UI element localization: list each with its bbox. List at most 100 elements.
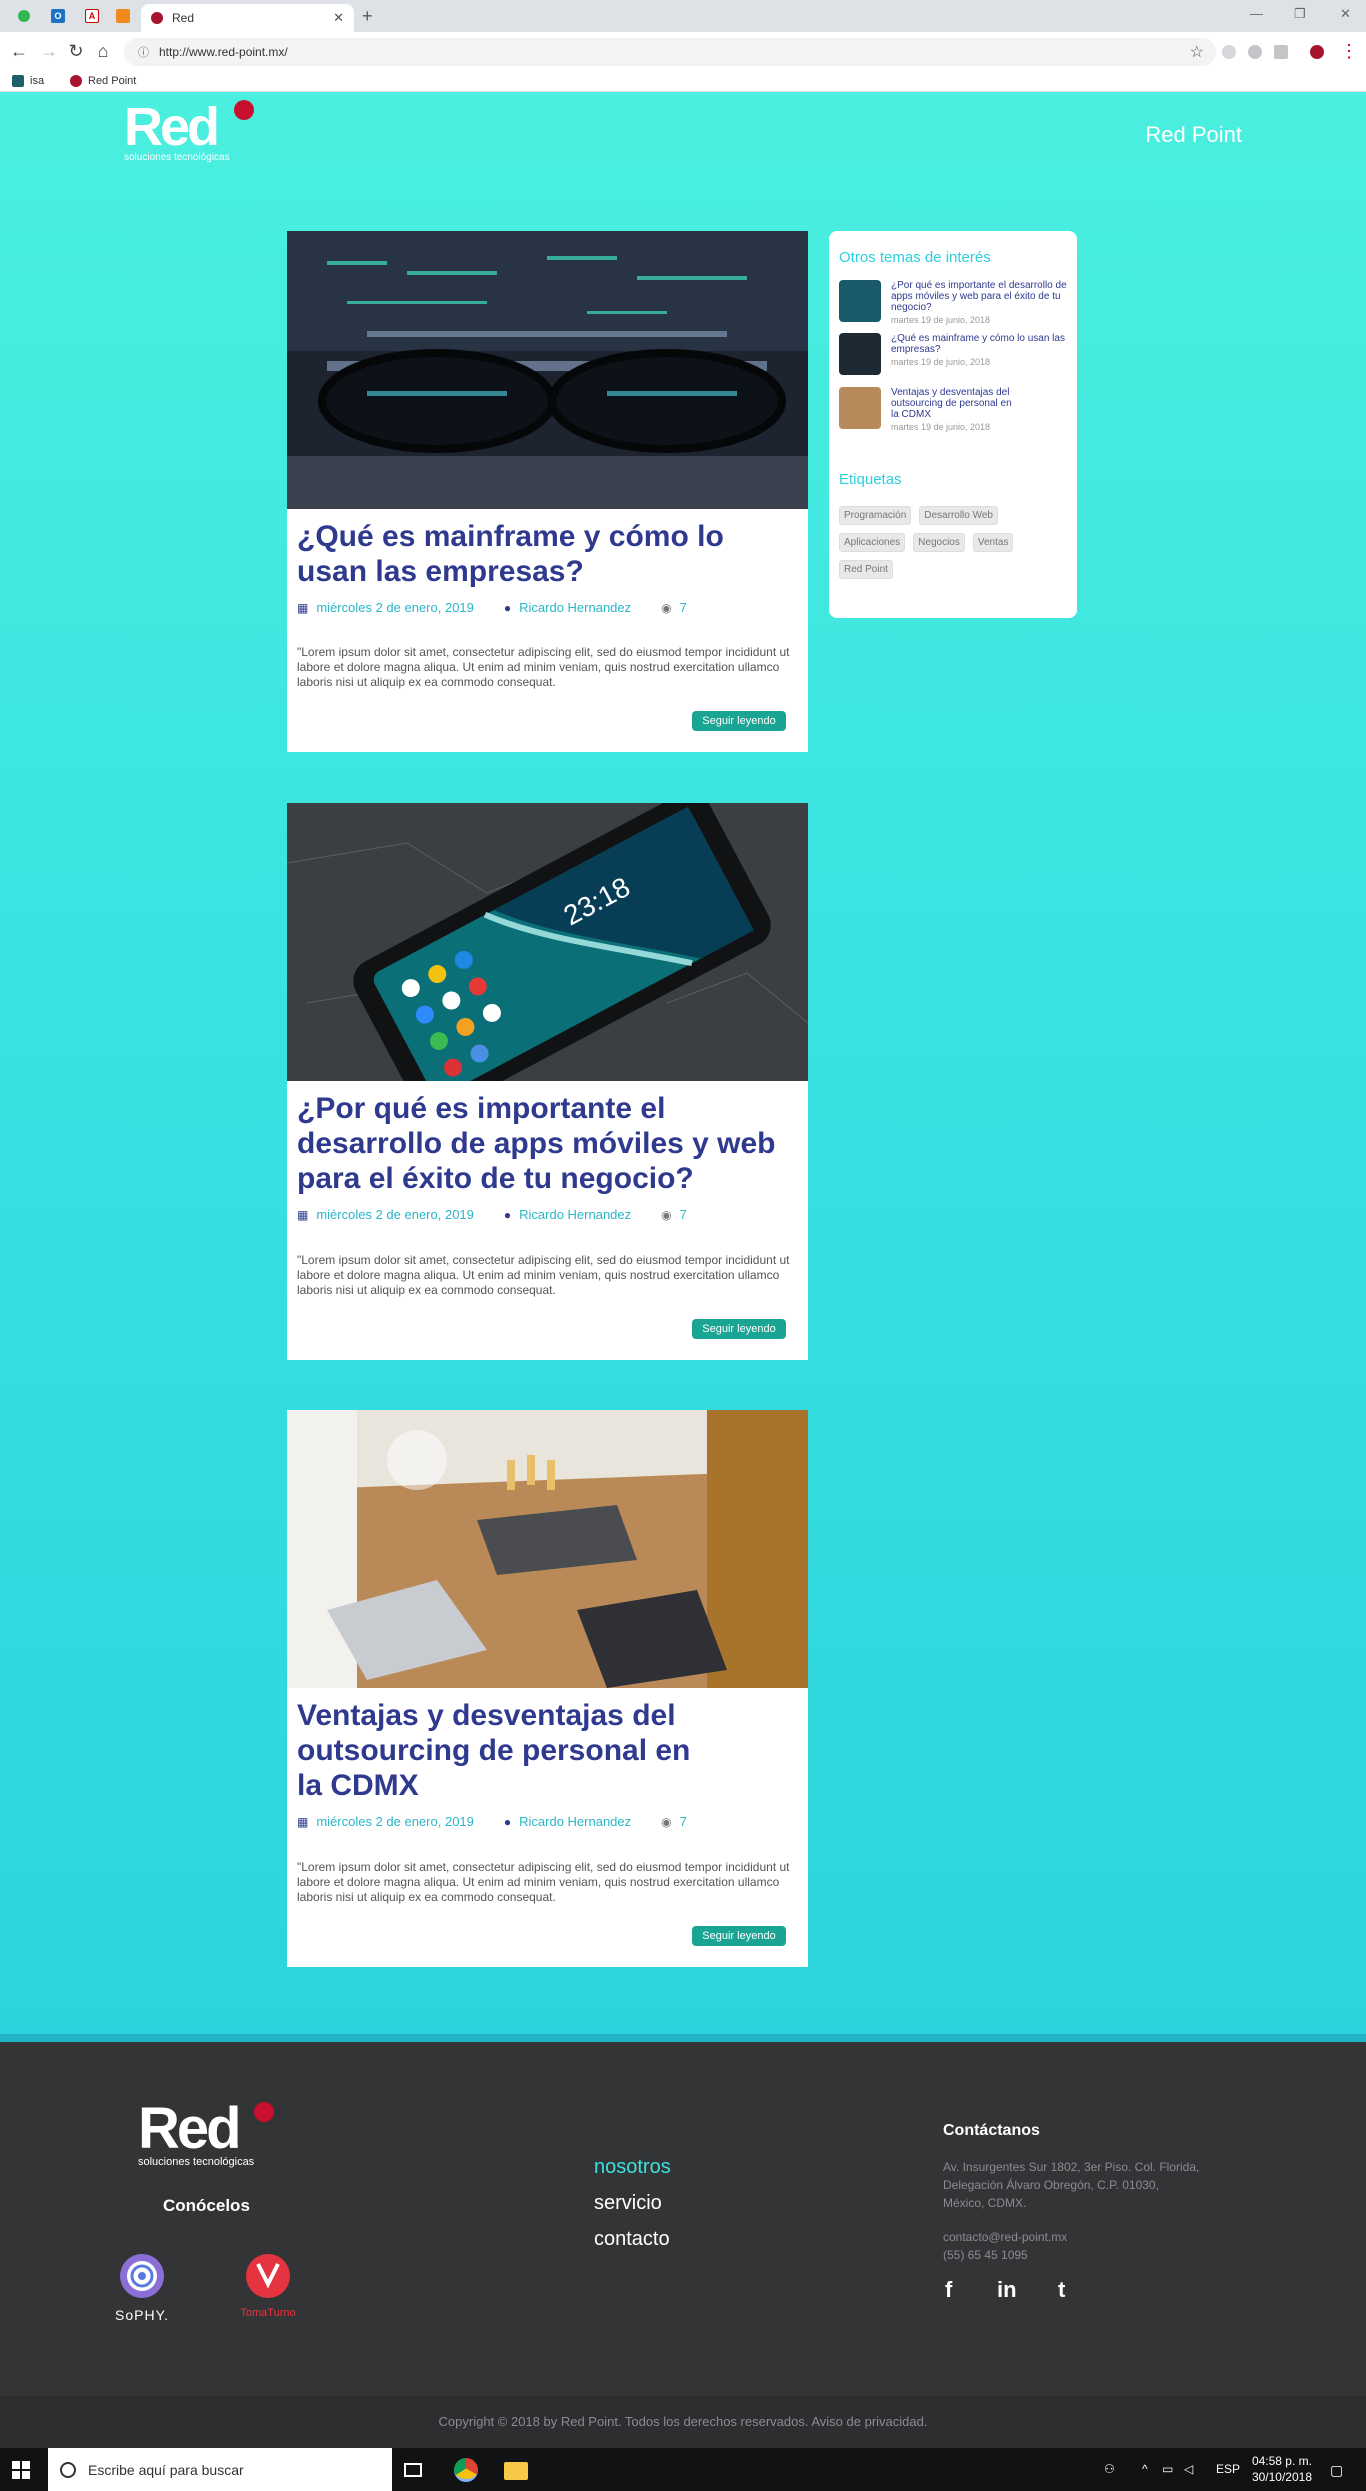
calendar-icon: ▦ [297,600,309,615]
taskbar-search[interactable]: Escribe aquí para buscar [48,2448,392,2491]
people-icon[interactable]: ⚇ [1104,2462,1115,2476]
address-bar[interactable]: ⓘ http://www.red-point.mx/ ☆ [124,38,1216,66]
logo-dot-icon [234,100,254,120]
tag-list: Programación Desarrollo Web Aplicaciones… [839,506,1069,587]
post-author[interactable]: Ricardo Hernandez [519,1814,631,1829]
related-title[interactable]: ¿Qué es mainframe y cómo lo usan las emp… [891,333,1071,355]
profile-avatar[interactable] [1310,45,1324,59]
system-clock[interactable]: 04:58 p. m. 30/10/2018 [1252,2453,1312,2485]
box-icon [116,9,130,23]
pinned-tab-green[interactable] [13,5,35,27]
volume-icon[interactable]: ◁ [1184,2462,1193,2476]
tab-title: Red [172,11,195,25]
eye-icon: ◉ [661,600,672,615]
tag[interactable]: Red Point [839,560,893,579]
related-thumb [839,333,881,375]
post-title[interactable]: ¿Qué es mainframe y cómo lo usan las emp… [297,519,797,589]
tray-chevron-icon[interactable]: ^ [1142,2462,1148,2476]
post-excerpt: "Lorem ipsum dolor sit amet, consectetur… [297,1253,790,1297]
post-image[interactable]: 23:18 [287,803,808,1081]
browser-tabstrip: O A Red ✕ + — ❐ ✕ [0,0,1366,32]
footer-nav-servicio[interactable]: servicio [594,2192,662,2215]
read-more-button[interactable]: Seguir leyendo [692,1926,786,1946]
footer-nav-nosotros[interactable]: nosotros [594,2156,671,2179]
extension-3-icon[interactable] [1274,45,1288,59]
tag[interactable]: Desarrollo Web [919,506,998,525]
post-image[interactable] [287,1410,808,1688]
restore-icon[interactable]: ❐ [1294,6,1306,22]
reload-icon[interactable]: ↻ [65,41,87,62]
footer-logo[interactable]: Red soluciones tecnológicas [138,2100,288,2180]
file-explorer-icon[interactable] [504,2462,528,2480]
post-date: miércoles 2 de enero, 2019 [316,1207,474,1222]
related-item[interactable]: ¿Por qué es importante el desarrollo de … [839,280,1071,325]
pinned-tab-box[interactable] [112,5,134,27]
close-icon[interactable]: ✕ [333,10,344,26]
notifications-icon[interactable]: ▢ [1330,2462,1343,2479]
partner-tomaturno[interactable]: TomaTurno [238,2252,298,2319]
site-logo[interactable]: Red soluciones tecnológicas [124,100,264,180]
clock-date: 30/10/2018 [1251,2470,1312,2484]
window-close-icon[interactable]: ✕ [1340,6,1351,22]
tag[interactable]: Programación [839,506,912,525]
related-item[interactable]: ¿Qué es mainframe y cómo lo usan las emp… [839,333,1071,375]
tag[interactable]: Aplicaciones [839,533,906,552]
url-text: http://www.red-point.mx/ [159,45,288,59]
tag[interactable]: Negocios [913,533,965,552]
extension-2-icon[interactable] [1248,45,1262,59]
back-icon[interactable]: ← [8,41,30,62]
pinned-tab-outlook[interactable]: O [47,5,69,27]
facebook-icon[interactable]: f [945,2277,952,2303]
related-date: martes 19 de junio, 2018 [891,422,991,432]
post-card: 23:18 ¿Por qué es importante el desarrol… [287,803,808,1360]
post-author[interactable]: Ricardo Hernandez [519,600,631,615]
bookmark-red-point[interactable]: Red Point [70,75,136,87]
post-meta: ▦ miércoles 2 de enero, 2019 ● Ricardo Her… [297,1814,717,1829]
minimize-icon[interactable]: — [1250,6,1263,21]
brand-link[interactable]: Red Point [1145,122,1242,148]
related-item[interactable]: Ventajas y desventajas del outsourcing d… [839,387,1021,432]
tab-red[interactable]: Red ✕ [141,4,354,32]
windows-start-icon[interactable] [12,2461,30,2479]
post-meta: ▦ miércoles 2 de enero, 2019 ● Ricardo Her… [297,600,717,615]
tomaturno-logo-icon [246,2254,290,2298]
acrobat-icon: A [85,9,99,23]
contact-email[interactable]: contacto@red-point.mx [943,2228,1203,2246]
logo-dot-icon [254,2102,274,2122]
related-title[interactable]: ¿Por qué es importante el desarrollo de … [891,280,1071,313]
user-icon: ● [503,600,512,615]
footer-nav-contacto[interactable]: contacto [594,2228,670,2251]
hexagon-icon [12,75,24,87]
task-view-icon[interactable] [404,2463,422,2477]
red-favicon-icon [151,12,163,24]
post-image[interactable] [287,231,808,509]
tag[interactable]: Ventas [972,533,1014,552]
post-author[interactable]: Ricardo Hernandez [519,1207,631,1222]
language-indicator[interactable]: ESP [1216,2462,1240,2476]
post-meta: ▦ miércoles 2 de enero, 2019 ● Ricardo Her… [297,1207,717,1222]
twitter-icon[interactable]: t [1058,2277,1065,2303]
read-more-button[interactable]: Seguir leyendo [692,1319,786,1339]
related-title[interactable]: Ventajas y desventajas del outsourcing d… [891,387,1021,420]
read-more-button[interactable]: Seguir leyendo [692,711,786,731]
copyright: Copyright © 2018 by Red Point. Todos los… [0,2396,1366,2448]
chrome-icon[interactable] [454,2458,478,2482]
page-body: Red soluciones tecnológicas Red Point ¿Q… [0,92,1366,2042]
home-icon[interactable]: ⌂ [92,41,114,62]
post-title[interactable]: Ventajas y desventajas del outsourcing d… [297,1698,697,1803]
partner-label: SoPHY. [115,2307,169,2323]
post-title[interactable]: ¿Por qué es importante el desarrollo de … [297,1091,797,1196]
network-icon[interactable]: ▭ [1162,2462,1173,2476]
post-date: miércoles 2 de enero, 2019 [316,600,474,615]
extension-1-icon[interactable] [1222,45,1236,59]
post-views: 7 [679,600,687,615]
new-tab-icon[interactable]: + [362,6,373,27]
bookmark-star-icon[interactable]: ☆ [1190,42,1204,62]
pinned-tab-acrobat[interactable]: A [81,5,103,27]
bookmark-isa[interactable]: isa [12,75,44,87]
partner-sophy[interactable]: SoPHY. [112,2252,172,2323]
post-views: 7 [679,1814,687,1829]
menu-icon[interactable]: ⋮ [1338,41,1360,62]
forward-icon[interactable]: → [38,41,60,62]
linkedin-icon[interactable]: in [997,2277,1017,2303]
